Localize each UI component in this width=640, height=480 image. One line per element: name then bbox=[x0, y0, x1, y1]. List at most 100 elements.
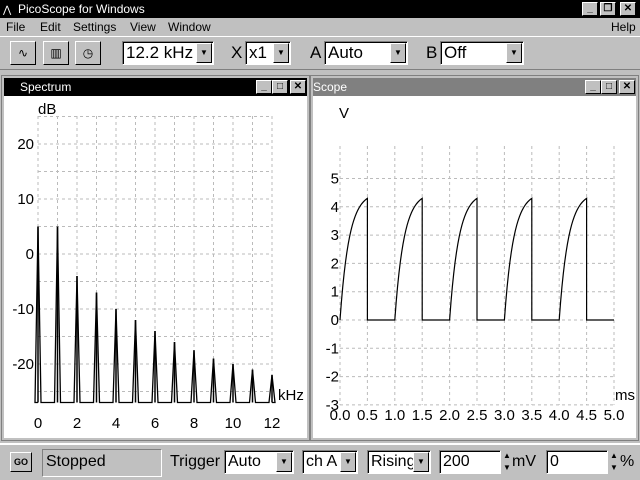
minimize-button[interactable]: _ bbox=[582, 2, 598, 16]
y-tick-label: 2 bbox=[331, 255, 339, 272]
timebase-value: 12.2 kHz bbox=[126, 43, 194, 62]
scope-title: Scope bbox=[313, 80, 348, 94]
trigger-mode-value: Auto bbox=[228, 453, 261, 470]
x-unit-label: kHz bbox=[278, 387, 304, 404]
app-title: PicoScope for Windows bbox=[18, 2, 145, 16]
menu-help[interactable]: Help bbox=[611, 18, 636, 36]
x-tick-label: 5.0 bbox=[604, 407, 625, 424]
y-tick-label: -2 bbox=[326, 369, 339, 386]
x-tick-label: 4.5 bbox=[576, 407, 597, 424]
x-unit-label: ms bbox=[615, 387, 635, 404]
scope-maximize-button[interactable]: □ bbox=[601, 80, 617, 94]
trigger-level-input[interactable]: 200 bbox=[439, 450, 501, 474]
channel-a-value: Auto bbox=[328, 43, 363, 62]
trigger-channel-value: ch A bbox=[306, 453, 338, 470]
meter-icon: ◷ bbox=[82, 46, 94, 60]
toolbar: ∿ ▥ ◷ 12.2 kHz ▼ X x1 ▼ A Auto ▼ B Off ▼ bbox=[0, 36, 640, 70]
trigger-edge-select[interactable]: Rising ▼ bbox=[367, 450, 431, 474]
spectrum-maximize-button[interactable]: □ bbox=[272, 80, 288, 94]
waveform-trace bbox=[339, 197, 614, 321]
channel-b-range-select[interactable]: Off ▼ bbox=[440, 41, 524, 65]
y-unit-label: V bbox=[339, 105, 349, 122]
meter-view-button[interactable]: ◷ bbox=[75, 41, 101, 65]
waveform-icon: ∿ bbox=[17, 46, 29, 60]
restore-button[interactable]: ❐ bbox=[600, 2, 616, 16]
x-tick-label: 6 bbox=[151, 415, 159, 432]
trigger-delay-spinner[interactable]: ▲ ▼ bbox=[609, 450, 619, 474]
spectrum-titlebar: Spectrum _ □ ✕ bbox=[4, 78, 307, 96]
x-tick-label: 8 bbox=[190, 415, 198, 432]
channel-a-range-select[interactable]: Auto ▼ bbox=[324, 41, 408, 65]
y-tick-label: 20 bbox=[17, 136, 34, 153]
menu-edit[interactable]: Edit bbox=[40, 18, 61, 36]
trigger-delay-input[interactable]: 0 bbox=[546, 450, 608, 474]
x-label: X bbox=[231, 43, 243, 62]
y-tick-label: -10 bbox=[12, 301, 34, 318]
spectrum-close-button[interactable]: ✕ bbox=[290, 80, 306, 94]
trigger-mode-select[interactable]: Auto ▼ bbox=[224, 450, 294, 474]
x-tick-label: 10 bbox=[225, 415, 242, 432]
channel-b-value: Off bbox=[444, 43, 467, 62]
chevron-down-icon: ▼ bbox=[413, 452, 429, 472]
x-tick-label: 0.0 bbox=[330, 407, 351, 424]
spectrum-view-button[interactable]: ▥ bbox=[43, 41, 69, 65]
app-titlebar: ⋀ PicoScope for Windows _ ❐ ✕ bbox=[0, 0, 640, 18]
status-text: Stopped bbox=[42, 449, 162, 477]
menu-settings[interactable]: Settings bbox=[73, 18, 116, 36]
trigger-edge-value: Rising bbox=[371, 453, 416, 470]
trigger-level-spinner[interactable]: ▲ ▼ bbox=[502, 450, 512, 474]
menu-file[interactable]: File bbox=[6, 18, 25, 36]
x-tick-label: 0 bbox=[34, 415, 42, 432]
x-tick-label: 1.0 bbox=[384, 407, 405, 424]
scope-plot: V543210-1-2-30.0 0.5 1.0 1.5 2.0 2.5 3.0 3.5 4.0… bbox=[326, 105, 635, 424]
menu-bar: File Edit Settings View Window Help bbox=[0, 18, 640, 36]
y-tick-label: 1 bbox=[331, 284, 339, 301]
spectrum-window: Spectrum _ □ ✕ dB 20 10 0 -10 -20 0 2 4 6 8 10 12 kHz bbox=[1, 75, 310, 441]
y-tick-label: 10 bbox=[17, 191, 34, 208]
trigger-label: Trigger bbox=[170, 453, 221, 470]
spectrum-plot: dB 20 10 0 -10 -20 0 2 4 6 8 10 12 kHz bbox=[12, 101, 304, 432]
chevron-down-icon: ▼ bbox=[506, 43, 522, 63]
b-label: B bbox=[426, 43, 438, 62]
scope-close-button[interactable]: ✕ bbox=[619, 80, 635, 94]
x-tick-label: 2 bbox=[73, 415, 81, 432]
a-label: A bbox=[310, 43, 322, 62]
scope-view-button[interactable]: ∿ bbox=[10, 41, 36, 65]
close-button[interactable]: ✕ bbox=[620, 2, 636, 16]
x-tick-label: 4 bbox=[112, 415, 120, 432]
y-tick-label: -20 bbox=[12, 356, 34, 373]
x-tick-label: 2.0 bbox=[439, 407, 460, 424]
menu-window[interactable]: Window bbox=[168, 18, 211, 36]
menu-view[interactable]: View bbox=[130, 18, 156, 36]
chevron-down-icon: ▼ bbox=[276, 452, 292, 472]
status-bar: GO Stopped Trigger Auto ▼ ch A ▼ Rising ▼ 2… bbox=[0, 443, 640, 480]
x-tick-label: 3.5 bbox=[521, 407, 542, 424]
spectrum-minimize-button[interactable]: _ bbox=[256, 80, 272, 94]
timebase-select[interactable]: 12.2 kHz ▼ bbox=[122, 41, 214, 65]
x-tick-label: 3.0 bbox=[494, 407, 515, 424]
scope-minimize-button[interactable]: _ bbox=[585, 80, 601, 94]
y-tick-label: 0 bbox=[331, 312, 339, 329]
spectrum-icon: ▥ bbox=[50, 46, 62, 60]
spectrum-title: Spectrum bbox=[20, 80, 72, 94]
y-tick-label: 3 bbox=[331, 227, 339, 244]
chevron-down-icon: ▼ bbox=[196, 43, 212, 63]
x-tick-label: 2.5 bbox=[467, 407, 488, 424]
y-tick-label: -1 bbox=[326, 340, 339, 357]
y-tick-label: 5 bbox=[331, 171, 339, 188]
trigger-level-unit: mV bbox=[512, 453, 536, 470]
y-unit-label: dB bbox=[38, 101, 56, 118]
x-zoom-select[interactable]: x1 ▼ bbox=[245, 41, 291, 65]
scope-window: Scope _ □ ✕ V 5 4 3 2 1 0 -1 -2 -3 0.0 0.5 1.0 1.5 2.0… bbox=[310, 75, 639, 441]
chevron-down-icon: ▼ bbox=[273, 43, 289, 63]
trigger-channel-select[interactable]: ch A ▼ bbox=[302, 450, 358, 474]
x-tick-label: 12 bbox=[264, 415, 281, 432]
scope-titlebar: Scope _ □ ✕ bbox=[313, 78, 636, 96]
x-tick-label: 1.5 bbox=[412, 407, 433, 424]
x-tick-label: 4.0 bbox=[549, 407, 570, 424]
chevron-down-icon: ▼ bbox=[340, 452, 356, 472]
y-tick-label: 0 bbox=[26, 246, 34, 263]
go-button[interactable]: GO bbox=[10, 452, 32, 472]
y-tick-label: 4 bbox=[331, 199, 339, 216]
chevron-down-icon: ▼ bbox=[390, 43, 406, 63]
